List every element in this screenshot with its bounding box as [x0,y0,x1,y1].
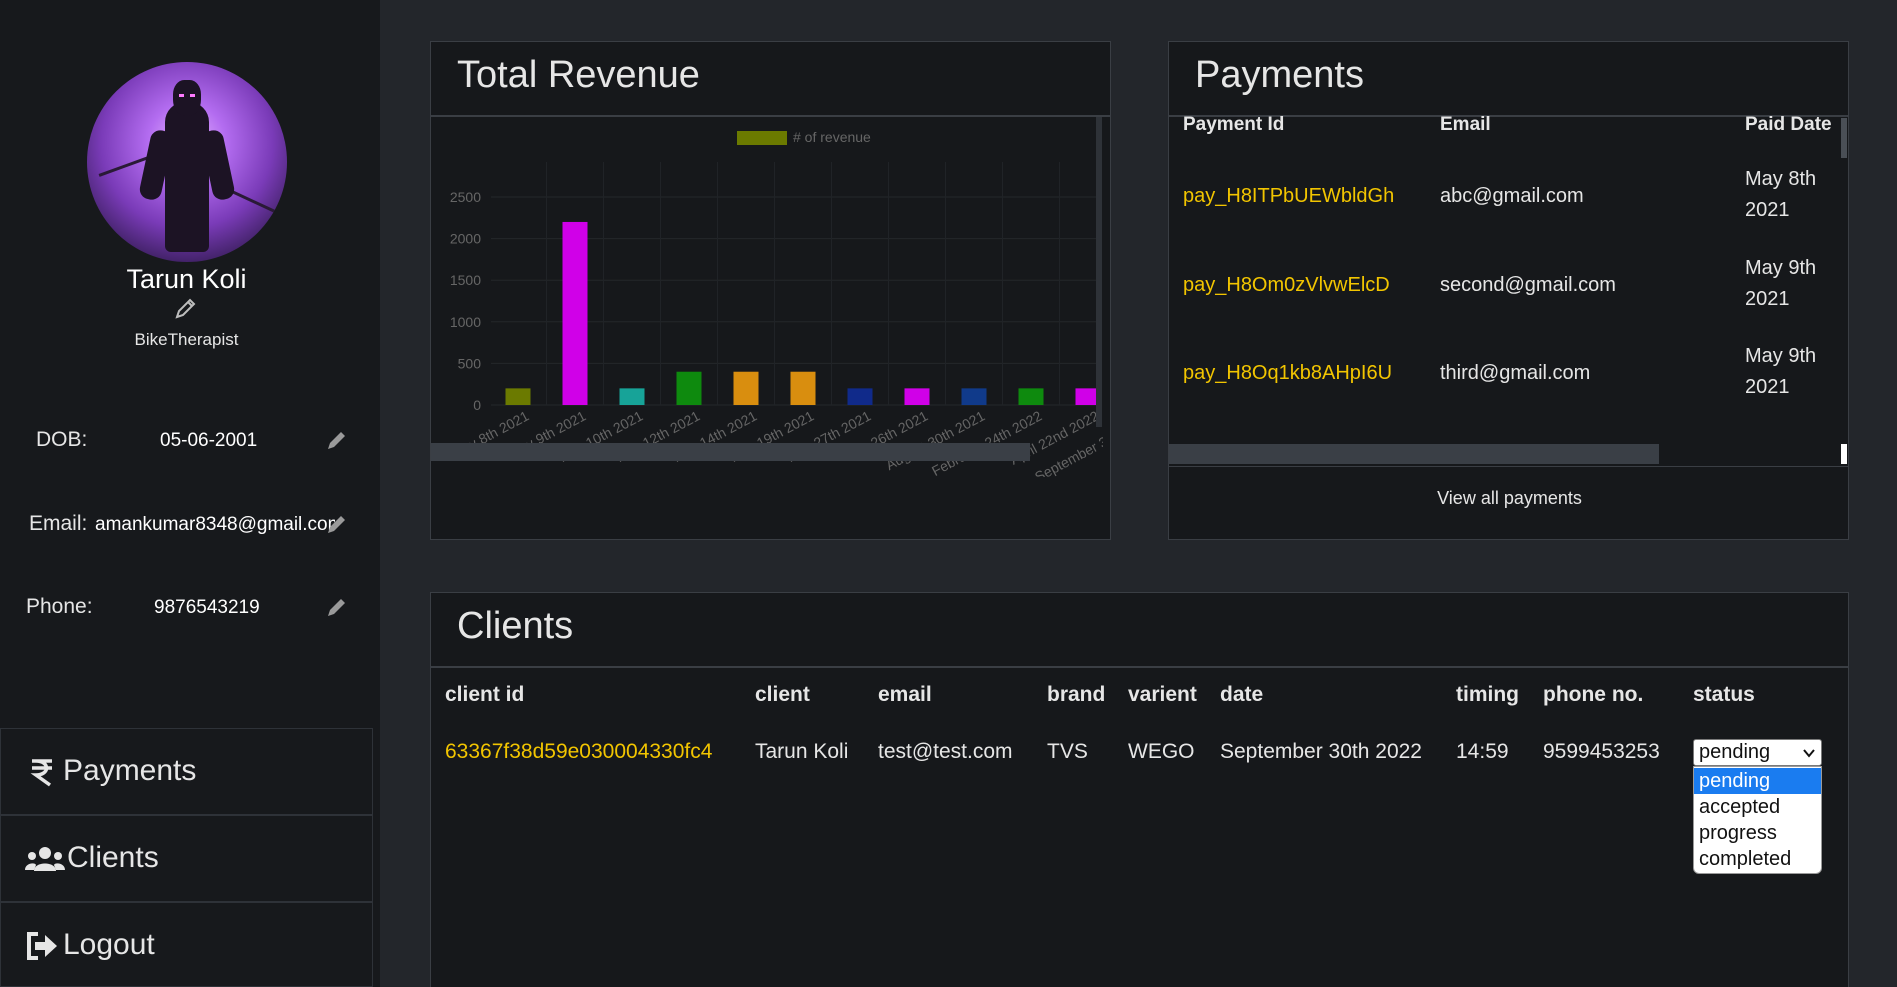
profile-role: BikeTherapist [134,330,239,349]
y-tick-label: 500 [458,355,482,371]
menu-label-logout: Logout [63,928,155,961]
edit-phone-pencil-icon[interactable] [325,595,349,619]
y-tick-label: 1000 [450,314,481,330]
revenue-title: Total Revenue [457,54,700,96]
payment-email: second@gmail.com [1440,274,1616,296]
col-payment-id: Payment Id [1183,114,1285,135]
bar[interactable] [676,371,702,405]
status-options-list: pending accepted progress completed [1693,766,1822,874]
client-varient: WEGO [1128,740,1195,763]
legend-swatch [737,131,787,145]
view-all-payments-link[interactable]: View all payments [1169,488,1850,509]
status-option-progress[interactable]: progress [1694,820,1821,846]
chart-horizontal-scrollbar-thumb[interactable] [431,443,1030,461]
payment-id[interactable]: pay_H8ITPbUEWbldGh [1183,185,1394,208]
chart-vertical-scrollbar[interactable] [1096,117,1102,427]
legend-label: # of revenue [793,129,871,145]
menu-label-clients: Clients [67,841,159,874]
payment-email: third@gmail.com [1440,362,1591,384]
payment-date-line2: 2021 [1745,288,1790,310]
payments-horizontal-scrollbar-thumb[interactable] [1169,444,1659,464]
phone-row: Phone: 9876543219 [0,595,373,635]
col-date: date [1220,683,1264,706]
chevron-down-icon [1803,749,1815,758]
menu-item-clients[interactable]: Clients [0,815,373,902]
col-status: status [1693,683,1755,706]
payment-date-line2: 2021 [1745,199,1790,221]
email-value: amankumar8348@gmail.com [95,514,335,535]
col-timing: timing [1456,683,1519,706]
dob-label: DOB: [36,428,88,451]
payment-date-line1: May 8th [1745,168,1817,190]
col-client: client [755,683,810,706]
email-label: Email: [29,512,88,535]
bar[interactable] [1018,388,1044,405]
phone-label: Phone: [26,595,93,618]
payments-card: Payments Payment Id Email Paid Date pay_… [1168,41,1849,540]
client-date: September 30th 2022 [1220,740,1422,763]
bar[interactable] [847,388,873,405]
client-brand: TVS [1047,740,1088,763]
payment-date-line1: May 9th [1745,257,1817,279]
y-tick-label: 1500 [450,272,481,288]
dob-value: 05-06-2001 [160,430,258,451]
edit-name-pencil-icon[interactable] [174,296,198,320]
payment-id[interactable]: pay_H8Oq1kb8AHpI6U [1183,362,1392,385]
col-email: Email [1440,114,1491,135]
status-select-value: pending [1699,741,1771,763]
status-option-pending[interactable]: pending [1694,768,1821,794]
sidebar: Tarun Koli BikeTherapist DOB: 05-06-2001… [0,0,380,987]
y-tick-label: 2500 [450,189,481,205]
status-select[interactable]: pending [1693,739,1822,766]
phone-value: 9876543219 [154,597,260,618]
col-brand: brand [1047,683,1106,706]
payment-id[interactable]: pay_H8Om0zVlvwElcD [1183,274,1390,297]
avatar [87,62,287,262]
payment-date-line1: May 9th [1745,345,1817,367]
col-paid-date: Paid Date [1745,114,1832,135]
revenue-card: Total Revenue 0 500 1000 1500 2000 2500 May 8… [430,41,1111,540]
payment-email: abc@gmail.com [1440,185,1584,207]
menu-label-payments: Payments [63,754,197,787]
profile-name: Tarun Koli [126,264,247,294]
payments-vertical-scrollbar[interactable] [1841,118,1847,158]
client-email: test@test.com [878,740,1013,763]
status-option-completed[interactable]: completed [1694,846,1821,872]
bar[interactable] [505,388,531,405]
col-phone: phone no. [1543,683,1644,706]
payments-scroll-edge [1841,444,1847,464]
bar[interactable] [562,221,588,405]
dob-row: DOB: 05-06-2001 [0,428,373,468]
status-option-accepted[interactable]: accepted [1694,794,1821,820]
clients-title: Clients [457,605,574,647]
col-email: email [878,683,932,706]
bar[interactable] [904,388,930,405]
bar[interactable] [733,371,759,405]
rupee-icon [30,759,52,787]
revenue-chart: 05001000150020002500 May 8th 2021May 9th… [431,117,1103,477]
client-phone: 9599453253 [1543,740,1660,763]
users-icon [25,847,65,871]
col-client-id: client id [445,683,525,706]
payment-date-line2: 2021 [1745,376,1790,398]
email-row: Email: amankumar8348@gmail.com [0,512,373,552]
logout-icon [27,932,57,960]
bar[interactable] [790,371,816,405]
y-tick-label: 0 [473,397,481,413]
edit-dob-pencil-icon[interactable] [325,428,349,452]
menu-item-logout[interactable]: Logout [0,902,373,987]
edit-email-pencil-icon[interactable] [325,512,349,536]
client-timing: 14:59 [1456,740,1509,763]
client-id-link[interactable]: 63367f38d59e030004330fc4 [445,740,712,764]
bar[interactable] [961,388,987,405]
y-tick-label: 2000 [450,231,481,247]
menu-item-payments[interactable]: Payments [0,728,373,815]
clients-card: Clients [430,592,1849,987]
client-name: Tarun Koli [755,740,849,763]
payments-title: Payments [1195,54,1364,96]
col-varient: varient [1128,683,1197,706]
bar[interactable] [619,388,645,405]
